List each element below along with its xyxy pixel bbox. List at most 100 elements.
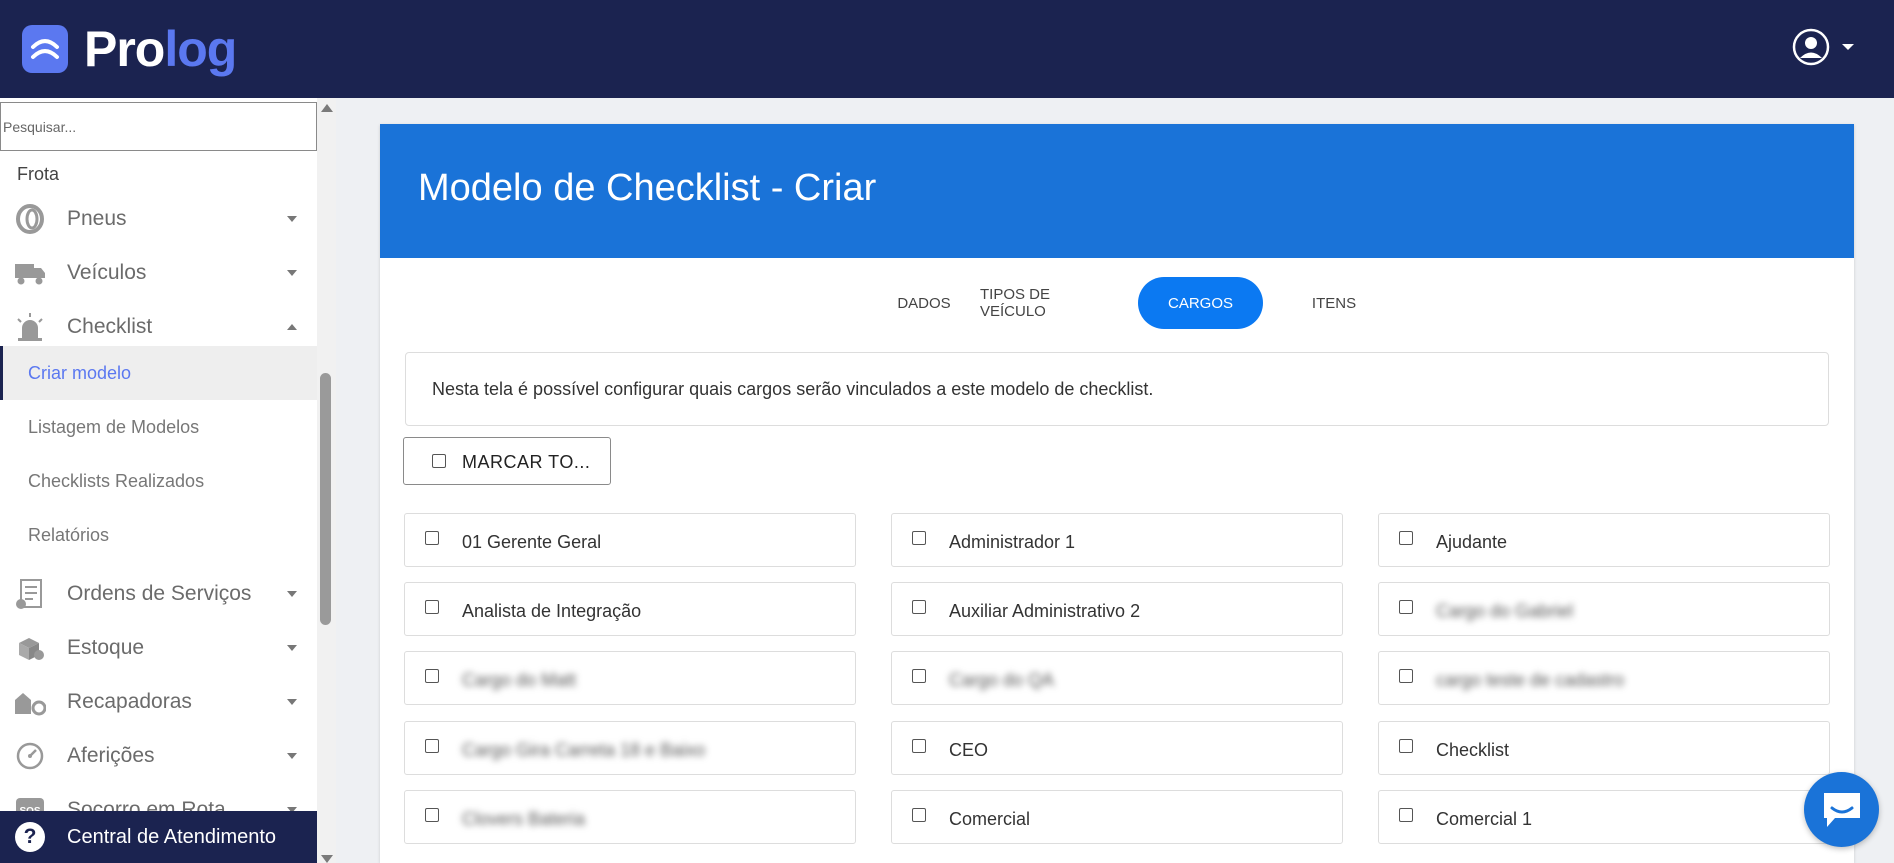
role-checkbox[interactable] [425, 669, 439, 683]
role-option[interactable]: Cargo do Matt [404, 651, 856, 705]
role-label: Comercial 1 [1436, 809, 1533, 829]
role-option[interactable]: CEO [891, 721, 1343, 775]
sidebar: Frota Pneus Veículos Checklist Criar mod… [0, 98, 336, 863]
sidebar-item-recapadoras[interactable]: Recapadoras [0, 679, 317, 725]
prolog-logo[interactable]: Prolog [22, 20, 237, 78]
role-option[interactable]: Auxiliar Administrativo 2 [891, 582, 1343, 636]
chevron-down-icon [287, 645, 297, 651]
role-option[interactable]: Analista de Integração [404, 582, 856, 636]
tab-dados[interactable]: DADOS [868, 277, 980, 329]
logo-text-pro: Pro [84, 21, 165, 77]
sidebar-item-label: Pneus [67, 207, 127, 230]
role-label: CEO [949, 740, 989, 760]
sidebar-item-checklist[interactable]: Checklist [0, 304, 317, 350]
role-checkbox[interactable] [425, 600, 439, 614]
role-option[interactable]: Administrador 1 [891, 513, 1343, 567]
search-input[interactable] [0, 102, 317, 151]
sidebar-item-estoque[interactable]: Estoque [0, 625, 317, 671]
sidebar-item-label: Estoque [67, 636, 145, 659]
sidebar-item-pneus[interactable]: Pneus [0, 196, 317, 242]
role-checkbox[interactable] [1399, 531, 1413, 545]
info-box: Nesta tela é possível configurar quais c… [405, 352, 1829, 426]
role-checkbox[interactable] [1399, 739, 1413, 753]
role-checkbox[interactable] [1399, 808, 1413, 822]
chevron-down-icon [287, 216, 297, 222]
role-label: Ajudante [1436, 532, 1508, 552]
scroll-up-icon[interactable] [321, 104, 333, 112]
role-label: Cargo do QA [949, 670, 1055, 690]
mark-all-button[interactable]: MARCAR TO... [403, 437, 611, 485]
sidebar-subitem-relatorios[interactable]: Relatórios [0, 508, 317, 562]
role-option[interactable]: Cargo Gira Carreta 18 e Baixo [404, 721, 856, 775]
sidebar-item-label: Aferições [67, 744, 155, 767]
role-checkbox[interactable] [425, 531, 439, 545]
logo-text-log: log [164, 21, 237, 77]
role-option[interactable]: Comercial [891, 790, 1343, 844]
mark-all-label: MARCAR TO... [462, 452, 591, 472]
role-checkbox[interactable] [912, 739, 926, 753]
role-label: Administrador 1 [949, 532, 1076, 552]
role-label: Cargo Gira Carreta 18 e Baixo [462, 740, 706, 760]
sidebar-subitem-listagem-de-modelos[interactable]: Listagem de Modelos [0, 400, 317, 454]
tire-icon [14, 203, 46, 235]
question-icon: ? [15, 822, 45, 852]
tab-cargos[interactable]: CARGOS [1138, 277, 1263, 329]
chevron-down-icon [287, 753, 297, 759]
tab-itens[interactable]: ITENS [1280, 277, 1388, 329]
tab-tipos-de-veiculo[interactable]: TIPOS DE VEÍCULO [980, 277, 1118, 329]
page-title: Modelo de Checklist - Criar [418, 167, 877, 209]
role-checkbox[interactable] [1399, 669, 1413, 683]
chevron-up-icon [287, 324, 297, 330]
role-option[interactable]: Comercial 1 [1378, 790, 1830, 844]
role-option[interactable]: Checklist [1378, 721, 1830, 775]
sidebar-item-veiculos[interactable]: Veículos [0, 250, 317, 296]
role-label: Auxiliar Administrativo 2 [949, 601, 1141, 621]
service-order-icon [14, 578, 46, 610]
tab-bar: DADOS TIPOS DE VEÍCULO CARGOS ITENS [380, 277, 1854, 329]
scrollbar-thumb[interactable] [320, 373, 331, 625]
chevron-down-icon [287, 591, 297, 597]
role-label: Checklist [1436, 740, 1510, 760]
main-card: Modelo de Checklist - Criar DADOS TIPOS … [380, 124, 1854, 863]
chat-support-button[interactable] [1804, 772, 1879, 847]
role-option[interactable]: Cargo do QA [891, 651, 1343, 705]
sidebar-subitem-criar-modelo[interactable]: Criar modelo [0, 346, 317, 400]
role-option[interactable]: Ajudante [1378, 513, 1830, 567]
user-avatar-icon [1792, 28, 1830, 66]
sidebar-scrollbar[interactable] [317, 98, 336, 863]
role-checkbox[interactable] [1399, 600, 1413, 614]
chevron-down-icon [1842, 44, 1854, 50]
user-menu[interactable] [1792, 28, 1854, 66]
mark-all-checkbox[interactable] [432, 454, 446, 468]
sidebar-item-afericoes[interactable]: Aferições [0, 733, 317, 779]
role-option[interactable]: cargo teste de cadastro [1378, 651, 1830, 705]
sidebar-subitem-checklists-realizados[interactable]: Checklists Realizados [0, 454, 317, 508]
sidebar-item-label: Ordens de Serviços [67, 582, 252, 605]
top-bar: Prolog [0, 0, 1894, 98]
role-checkbox[interactable] [912, 808, 926, 822]
chevron-down-icon [287, 699, 297, 705]
scroll-down-icon[interactable] [321, 855, 333, 863]
role-option[interactable]: Clovers Bateria [404, 790, 856, 844]
role-label: cargo teste de cadastro [1436, 670, 1625, 690]
sidebar-subitem-label: Listagem de Modelos [28, 416, 200, 437]
card-header: Modelo de Checklist - Criar [380, 124, 1854, 258]
info-text: Nesta tela é possível configurar quais c… [432, 379, 1154, 399]
role-checkbox[interactable] [425, 739, 439, 753]
role-label: 01 Gerente Geral [462, 532, 602, 552]
truck-icon [14, 257, 46, 289]
role-label: Analista de Integração [462, 601, 642, 621]
sidebar-item-ordens-de-servicos[interactable]: Ordens de Serviços [0, 571, 317, 617]
sidebar-subitem-label: Criar modelo [28, 362, 132, 383]
role-checkbox[interactable] [912, 531, 926, 545]
role-checkbox[interactable] [912, 669, 926, 683]
role-checkbox[interactable] [912, 600, 926, 614]
role-option[interactable]: Cargo do Gabriel [1378, 582, 1830, 636]
role-label: Clovers Bateria [462, 809, 586, 829]
role-checkbox[interactable] [425, 808, 439, 822]
help-center-button[interactable]: ? Central de Atendimento [0, 811, 317, 863]
role-option[interactable]: 01 Gerente Geral [404, 513, 856, 567]
role-label: Cargo do Gabriel [1436, 601, 1574, 621]
gauge-icon [14, 740, 46, 772]
role-label: Cargo do Matt [462, 670, 577, 690]
